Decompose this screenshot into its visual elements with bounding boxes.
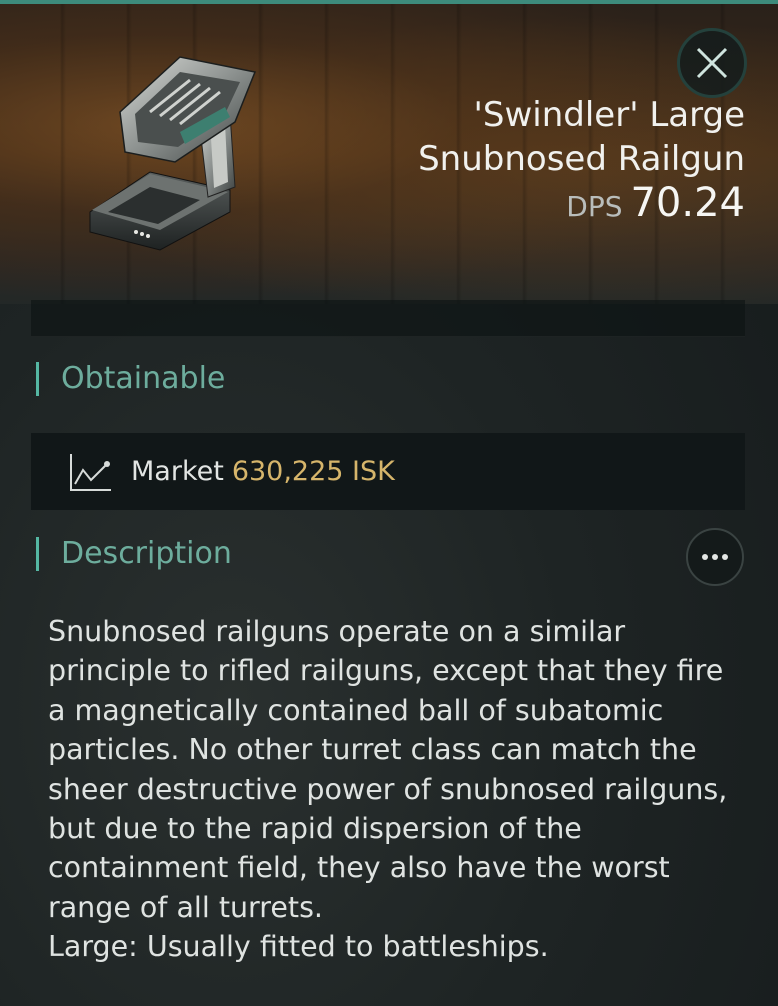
close-icon [696,47,728,79]
obtainable-title: Obtainable [61,361,226,396]
close-button[interactable] [677,28,747,98]
obtainable-section-header: Obtainable [36,361,225,396]
description-text: Snubnosed railguns operate on a similar … [48,612,738,967]
market-label: Market [131,456,224,487]
description-title: Description [61,536,232,571]
market-row[interactable]: Market 630,225 ISK [31,433,745,510]
description-footnote: Large: Usually fitted to battleships. [48,930,549,964]
market-chart-icon [70,453,111,491]
description-section-header: Description [36,536,232,571]
more-options-icon [702,554,728,560]
item-title: 'Swindler' Large Snubnosed Railgun [415,93,745,181]
dps-readout: DPS 70.24 [566,180,745,226]
more-options-button[interactable] [686,528,744,586]
item-name: 'Swindler' Large Snubnosed Railgun [418,95,745,179]
attribute-row-partial [31,300,745,337]
dps-value: 70.24 [630,180,745,226]
section-accent-bar [36,536,39,571]
market-price: 630,225 ISK [231,456,395,487]
description-body: Snubnosed railguns operate on a similar … [48,615,728,924]
railgun-turret-image [89,56,257,251]
section-accent-bar [36,361,39,396]
dps-label: DPS [566,190,623,223]
